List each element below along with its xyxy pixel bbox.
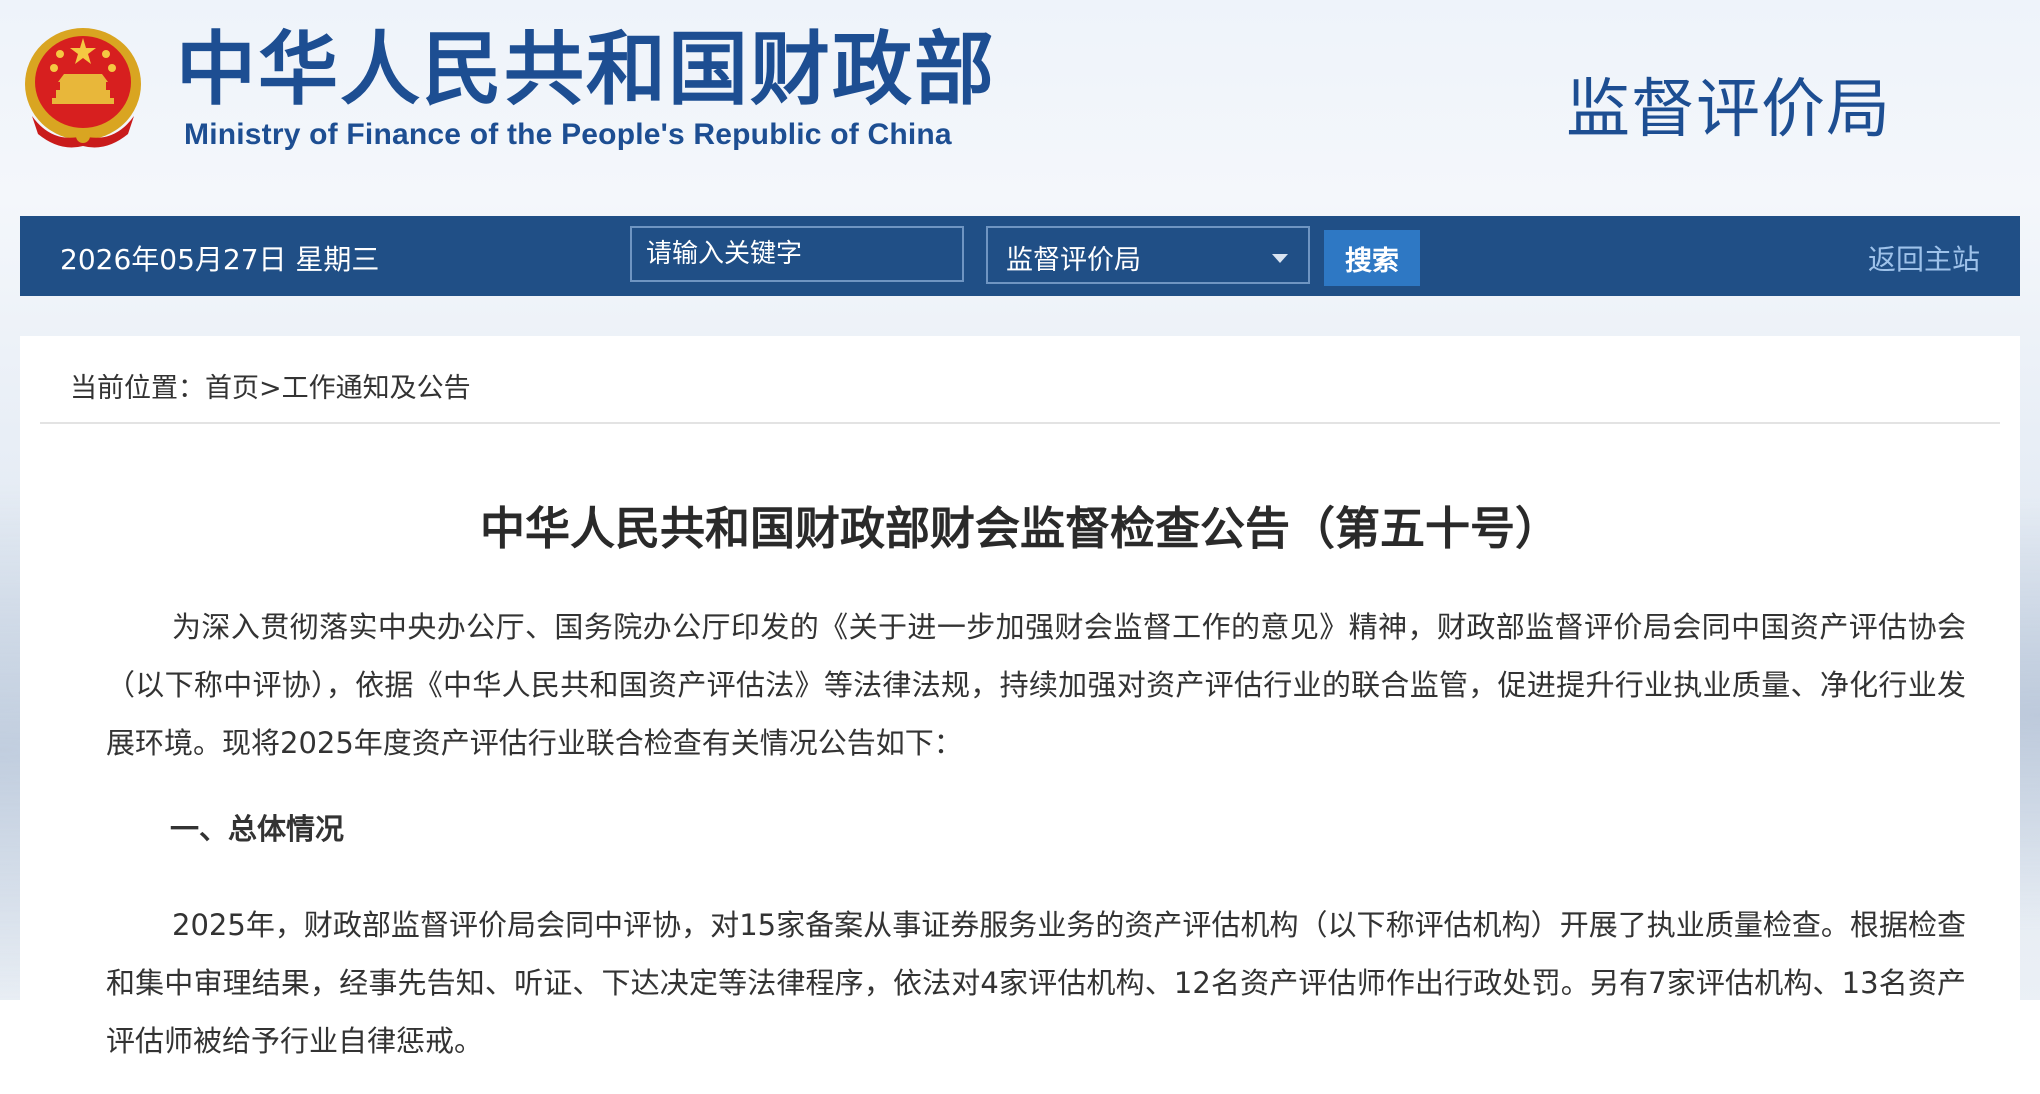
search-input[interactable] — [630, 226, 964, 282]
top-navbar: 2026年05月27日 星期三 监督评价局 搜索 返回主站 — [20, 216, 2020, 296]
current-date: 2026年05月27日 星期三 — [60, 243, 380, 276]
search-button[interactable]: 搜索 — [1324, 230, 1420, 286]
ministry-title-cn: 中华人民共和国财政部 — [176, 23, 996, 116]
breadcrumb-current-link[interactable]: 工作通知及公告 — [282, 373, 471, 404]
chevron-down-icon — [1272, 254, 1288, 263]
section-heading-overview: 一、总体情况 — [170, 812, 345, 846]
divider — [40, 422, 2000, 424]
content-panel: 当前位置：首页>工作通知及公告 中华人民共和国财政部财会监督检查公告（第五十号）… — [20, 336, 2020, 1094]
search-scope-select[interactable]: 监督评价局 — [986, 226, 1310, 284]
return-home-link[interactable]: 返回主站 — [1868, 238, 1980, 278]
article-paragraph-2: 2025年，财政部监督评价局会同中评协，对15家备案从事证券服务业务的资产评估机… — [106, 908, 1966, 1058]
article-title: 中华人民共和国财政部财会监督检查公告（第五十号） — [479, 502, 1560, 555]
article-paragraph-1: 为深入贯彻落实中央办公厅、国务院办公厅印发的《关于进一步加强财会监督工作的意见》… — [106, 610, 1966, 760]
breadcrumb-home-link[interactable]: 首页 — [205, 373, 259, 404]
breadcrumb-separator: > — [259, 373, 282, 404]
national-emblem-icon — [25, 28, 141, 148]
site-header: 中华人民共和国财政部 Ministry of Finance of the Pe… — [0, 0, 2040, 210]
ministry-title-en: Ministry of Finance of the People's Repu… — [184, 118, 952, 151]
breadcrumb-label: 当前位置： — [70, 373, 205, 404]
search-scope-value: 监督评价局 — [1006, 245, 1141, 276]
breadcrumb: 当前位置：首页>工作通知及公告 — [70, 366, 471, 405]
department-name: 监督评价局 — [1566, 73, 1891, 147]
